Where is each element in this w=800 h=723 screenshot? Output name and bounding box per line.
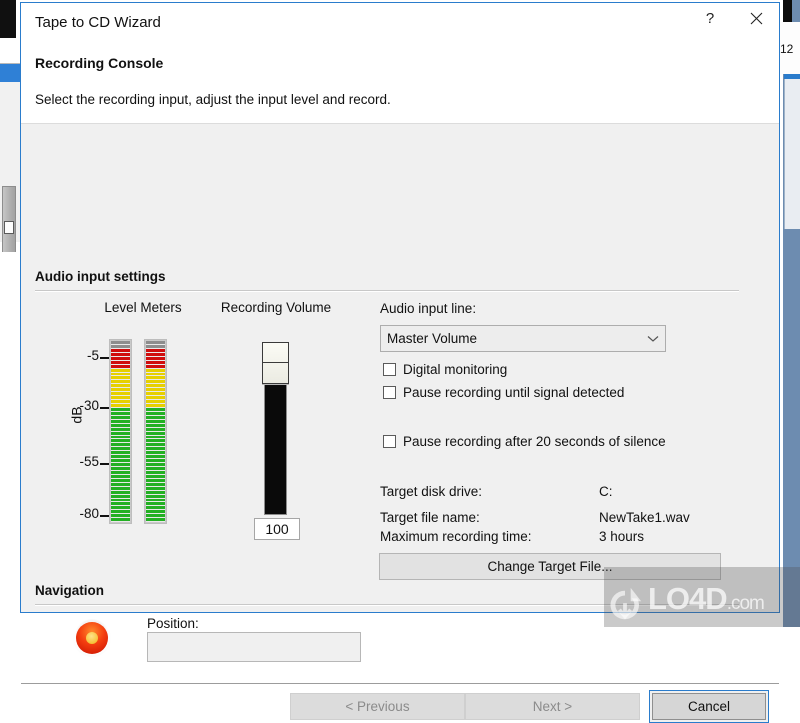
- background-window-left-toolbar: [0, 38, 20, 64]
- close-button[interactable]: [733, 3, 779, 34]
- background-window-left-body: [0, 82, 20, 242]
- page-description: Select the recording input, adjust the i…: [35, 92, 391, 107]
- tape-to-cd-wizard-dialog: Tape to CD Wizard ? Recording Console Se…: [20, 2, 780, 613]
- checkbox-row-pause-after-silence[interactable]: Pause recording after 20 seconds of sile…: [383, 434, 666, 449]
- level-meter-left-channel: [109, 339, 132, 524]
- background-window-left-selection: [0, 64, 20, 82]
- checkbox-row-pause-until-signal[interactable]: Pause recording until signal detected: [383, 385, 624, 400]
- level-meter-right-channel: [144, 339, 167, 524]
- record-button[interactable]: [73, 619, 111, 657]
- footer-divider: [21, 683, 779, 685]
- background-window-right-label: 12: [780, 42, 793, 56]
- cancel-button-focus-ring: Cancel: [649, 690, 769, 723]
- db-tick-mark-2: [100, 463, 109, 465]
- db-tick-label-2: -55: [59, 454, 99, 469]
- background-window-left-titlebar: [0, 0, 18, 38]
- recording-volume-slider-thumb[interactable]: [262, 342, 289, 384]
- meter-segment: [146, 518, 165, 522]
- db-tick-mark-1: [100, 407, 109, 409]
- chevron-down-icon: [647, 331, 659, 346]
- checkbox-label-pause-until-signal: Pause recording until signal detected: [403, 385, 624, 400]
- target-file-name-label: Target file name:: [380, 510, 480, 525]
- checkbox-label-pause-after-silence: Pause recording after 20 seconds of sile…: [403, 434, 666, 449]
- max-recording-time-label: Maximum recording time:: [380, 529, 532, 544]
- max-recording-time-value: 3 hours: [599, 529, 644, 544]
- checkbox-digital-monitoring[interactable]: [383, 363, 396, 376]
- cancel-button[interactable]: Cancel: [652, 693, 766, 720]
- window-title: Tape to CD Wizard: [35, 14, 161, 31]
- group-label-navigation: Navigation: [35, 583, 104, 598]
- db-tick-label-3: -80: [59, 506, 99, 521]
- position-label: Position:: [147, 616, 199, 631]
- group-divider-audio: [35, 290, 739, 292]
- background-scrollbar-thumb: [4, 221, 14, 234]
- target-disk-drive-label: Target disk drive:: [380, 484, 482, 499]
- close-icon: [750, 12, 763, 25]
- level-meters: [109, 339, 179, 524]
- group-label-audio-input-settings: Audio input settings: [35, 269, 166, 284]
- db-tick-mark-0: [100, 357, 109, 359]
- checkbox-label-digital-monitoring: Digital monitoring: [403, 362, 507, 377]
- audio-input-line-select[interactable]: Master Volume: [380, 325, 666, 352]
- checkbox-pause-until-signal[interactable]: [383, 386, 396, 399]
- background-window-right-body: [784, 79, 800, 229]
- recording-volume-value[interactable]: 100: [254, 518, 300, 540]
- audio-input-line-label: Audio input line:: [380, 301, 476, 316]
- meter-segment: [111, 518, 130, 522]
- help-button[interactable]: ?: [687, 3, 733, 34]
- record-icon-center: [86, 632, 98, 644]
- background-window-left-lower: [0, 252, 20, 627]
- next-button[interactable]: Next >: [465, 693, 640, 720]
- db-tick-label-0: -5: [59, 348, 99, 363]
- previous-button[interactable]: < Previous: [290, 693, 465, 720]
- question-mark-icon: ?: [706, 10, 714, 27]
- target-disk-drive-value: C:: [599, 484, 613, 499]
- recording-volume-title: Recording Volume: [203, 300, 349, 315]
- dialog-header: Tape to CD Wizard ? Recording Console Se…: [21, 3, 779, 124]
- titlebar-buttons: ?: [687, 3, 779, 34]
- dialog-body: Audio input settings Level Meters dB -5 …: [21, 124, 779, 612]
- audio-input-line-value: Master Volume: [387, 331, 477, 346]
- background-window-right-top: [783, 0, 792, 22]
- watermark-shade: [604, 567, 800, 627]
- level-meters-title: Level Meters: [91, 300, 195, 315]
- page-title: Recording Console: [35, 55, 163, 71]
- position-input[interactable]: [147, 632, 361, 662]
- checkbox-pause-after-silence[interactable]: [383, 435, 396, 448]
- db-tick-mark-3: [100, 515, 109, 517]
- target-file-name-value: NewTake1.wav: [599, 510, 690, 525]
- checkbox-row-digital-monitoring[interactable]: Digital monitoring: [383, 362, 507, 377]
- db-tick-label-1: -30: [59, 398, 99, 413]
